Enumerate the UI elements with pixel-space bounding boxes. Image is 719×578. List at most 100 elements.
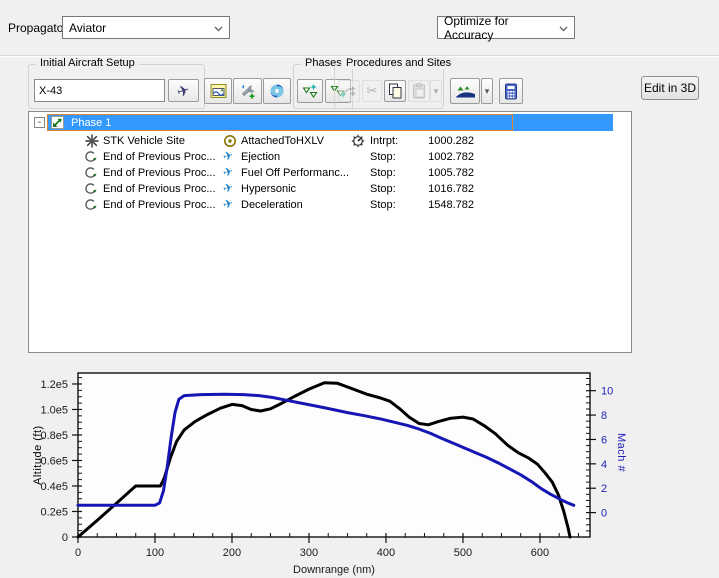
wind-model-icon xyxy=(269,83,285,99)
site-circle-icon xyxy=(223,134,237,148)
select-aircraft-button[interactable]: ✈ xyxy=(168,79,199,102)
svg-text:0.6e5: 0.6e5 xyxy=(40,455,68,467)
svg-text:200: 200 xyxy=(223,547,241,559)
svg-text:500: 500 xyxy=(454,547,472,559)
row-start-label: End of Previous Proc... xyxy=(103,165,221,181)
end-previous-icon xyxy=(83,150,97,164)
copy-icon xyxy=(388,83,403,99)
propagator-select[interactable]: Aviator xyxy=(62,16,230,39)
paste-button[interactable] xyxy=(408,80,430,102)
row-time-type: Stop: xyxy=(370,165,410,181)
svg-text:8: 8 xyxy=(601,410,607,422)
row-procedure-label: AttachedToHXLV xyxy=(241,133,349,149)
dropdown-arrow-icon: ▾ xyxy=(434,86,439,97)
performance-models-icon xyxy=(239,83,256,100)
terrain-button[interactable] xyxy=(450,78,480,104)
row-time-type: Stop: xyxy=(370,149,410,165)
initial-aircraft-setup-label: Initial Aircraft Setup xyxy=(36,57,139,69)
procedure-plane-icon: ✈ xyxy=(221,179,235,197)
svg-text:0.2e5: 0.2e5 xyxy=(40,506,68,518)
row-procedure-label: Hypersonic xyxy=(241,181,349,197)
procedure-plane-icon: ✈ xyxy=(221,195,235,213)
procedure-plane-icon: ✈ xyxy=(221,147,235,165)
svg-text:400: 400 xyxy=(377,547,395,559)
paste-icon xyxy=(412,83,426,99)
svg-text:10: 10 xyxy=(601,386,613,398)
row-procedure-label: Deceleration xyxy=(241,197,349,213)
aircraft-catalog-icon xyxy=(210,83,227,99)
end-previous-icon xyxy=(83,198,97,212)
optimize-select[interactable]: Optimize for Accuracy xyxy=(437,16,575,39)
end-previous-icon xyxy=(83,166,97,180)
row-start-label: STK Vehicle Site xyxy=(103,133,221,149)
row-time-value: 1002.782 xyxy=(410,149,474,165)
procedures-and-sites-label: Procedures and Sites xyxy=(342,57,455,69)
tree-row[interactable]: End of Previous Proc... ✈ Hypersonic Sto… xyxy=(29,181,629,197)
svg-text:4: 4 xyxy=(601,459,607,471)
chevron-down-icon xyxy=(214,21,223,35)
svg-text:2: 2 xyxy=(601,483,607,495)
svg-text:0: 0 xyxy=(62,532,68,544)
end-previous-icon xyxy=(83,182,97,196)
svg-text:0: 0 xyxy=(75,547,81,559)
scissors-icon: ✂ xyxy=(367,83,378,99)
svg-text:6: 6 xyxy=(601,434,607,446)
aircraft-catalog-button[interactable] xyxy=(204,78,232,104)
procedure-plane-icon: ✈ xyxy=(221,163,235,181)
row-time-type: Stop: xyxy=(370,181,410,197)
propagator-value: Aviator xyxy=(69,21,106,35)
row-time-value: 1000.282 xyxy=(410,133,474,149)
edit-in-3d-button[interactable]: Edit in 3D xyxy=(641,76,699,100)
performance-models-button[interactable] xyxy=(233,78,262,104)
row-time-value: 1548.782 xyxy=(410,197,474,213)
phase-label: Phase 1 xyxy=(71,115,111,131)
terrain-icon xyxy=(455,84,476,99)
insert-phase-before-button[interactable] xyxy=(297,79,323,103)
terrain-dropdown-button[interactable]: ▾ xyxy=(481,78,493,104)
dropdown-arrow-icon: ▾ xyxy=(485,86,490,97)
chart-yaxis-right-title: Mach # xyxy=(615,420,627,485)
row-start-label: End of Previous Proc... xyxy=(103,181,221,197)
tree-row[interactable]: End of Previous Proc... ✈ Fuel Off Perfo… xyxy=(29,165,629,181)
svg-text:0: 0 xyxy=(601,508,607,520)
copy-button[interactable] xyxy=(384,80,406,102)
svg-text:0.8e5: 0.8e5 xyxy=(40,430,68,442)
altitude-mach-chart: 010020030040050060000.2e50.4e50.6e50.8e5… xyxy=(0,363,719,578)
cut-button[interactable]: ✂ xyxy=(362,80,382,102)
row-start-label: End of Previous Proc... xyxy=(103,197,221,213)
aircraft-name-input[interactable] xyxy=(34,79,165,102)
svg-text:300: 300 xyxy=(300,547,318,559)
calculator-button[interactable] xyxy=(499,78,523,104)
svg-text:Downrange (nm): Downrange (nm) xyxy=(293,564,375,576)
wind-model-button[interactable] xyxy=(263,78,291,104)
row-time-value: 1005.782 xyxy=(410,165,474,181)
calculator-icon xyxy=(504,83,518,100)
interrupt-gear-icon xyxy=(351,134,365,148)
phase-row[interactable]: - Phase 1 xyxy=(29,114,629,131)
row-time-type: Intrpt: xyxy=(370,133,410,149)
vehicle-site-icon xyxy=(85,134,99,148)
expander-button[interactable]: - xyxy=(34,117,45,128)
airplane-icon: ✈ xyxy=(175,80,193,101)
phase-tree: - Phase 1 STK Vehicle Site AttachedToHXL… xyxy=(28,111,632,353)
phase-flag-icon xyxy=(51,116,64,129)
svg-text:100: 100 xyxy=(146,547,164,559)
insert-phase-before-icon xyxy=(301,83,319,99)
add-procedure-button[interactable] xyxy=(338,80,360,102)
initial-aircraft-setup-group: Initial Aircraft Setup ✈ xyxy=(28,64,205,109)
row-time-type: Stop: xyxy=(370,197,410,213)
svg-text:0.4e5: 0.4e5 xyxy=(40,481,68,493)
svg-text:600: 600 xyxy=(531,547,549,559)
tree-row[interactable]: End of Previous Proc... ✈ Ejection Stop:… xyxy=(29,149,629,165)
row-procedure-label: Fuel Off Performanc... xyxy=(241,165,349,181)
row-procedure-label: Ejection xyxy=(241,149,349,165)
paste-dropdown-button[interactable]: ▾ xyxy=(430,80,442,102)
chart-yaxis-left-title: Altitude (ft) xyxy=(32,400,44,510)
tree-row[interactable]: End of Previous Proc... ✈ Deceleration S… xyxy=(29,197,629,213)
optimize-value: Optimize for Accuracy xyxy=(444,14,559,42)
procedures-and-sites-group: Procedures and Sites ✂ ▾ xyxy=(334,64,444,109)
tree-row[interactable]: STK Vehicle Site AttachedToHXLV Intrpt: … xyxy=(29,133,629,149)
chevron-down-icon xyxy=(559,21,568,35)
phase-focus-rect xyxy=(47,114,513,131)
add-procedure-icon xyxy=(342,84,357,98)
